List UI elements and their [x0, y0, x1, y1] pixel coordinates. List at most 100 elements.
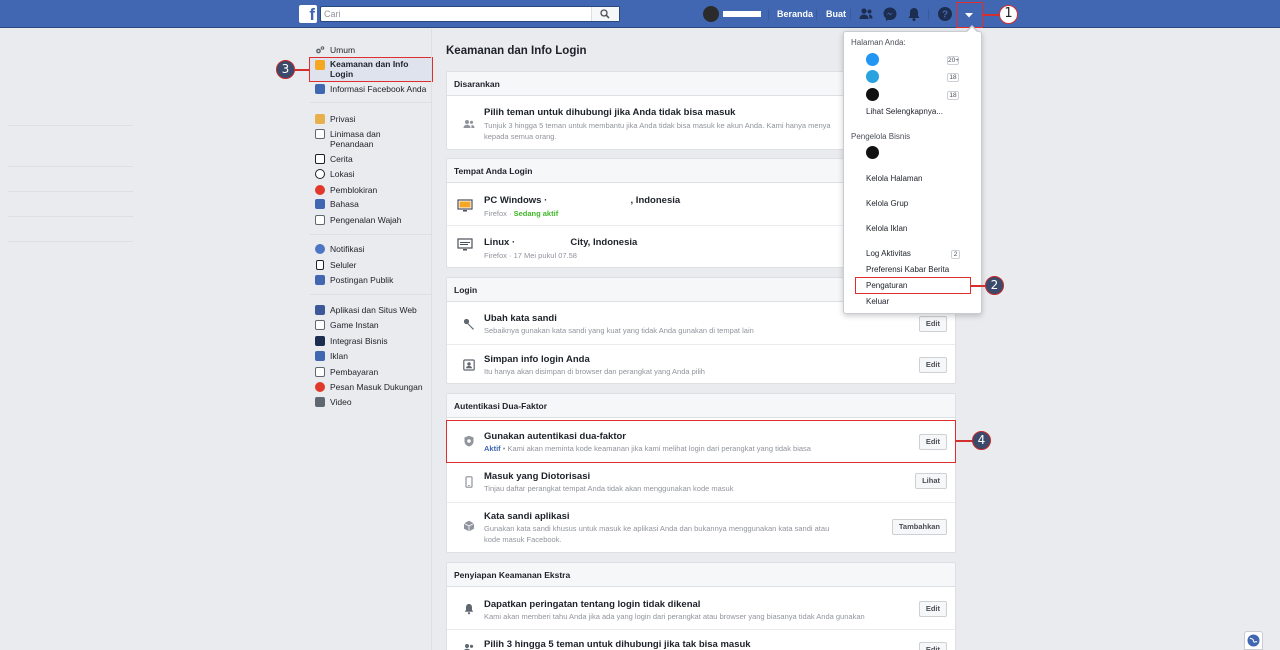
- sidebar-item-videos[interactable]: Video: [310, 395, 432, 409]
- sidebar-item-label: Seluler: [330, 260, 357, 270]
- desktop-computer-icon: [457, 238, 473, 251]
- sidebar-item-your-facebook-information[interactable]: Informasi Facebook Anda: [310, 82, 432, 96]
- page-avatar[interactable]: [866, 53, 879, 66]
- manage-groups-item[interactable]: Kelola Grup: [866, 199, 908, 208]
- session-details: Firefox · Sedang aktif: [484, 208, 874, 219]
- dropdown-divider: [8, 241, 133, 242]
- row-title: Simpan info login Anda: [484, 354, 590, 365]
- manage-ads-item[interactable]: Kelola Iklan: [866, 224, 907, 233]
- nav-divider: [928, 9, 929, 20]
- sidebar-item-face-recognition[interactable]: Pengenalan Wajah: [310, 213, 432, 227]
- session-location: , Indonesia: [630, 195, 681, 206]
- save-login-info-row[interactable]: Simpan info login Anda Itu hanya akan di…: [447, 345, 955, 385]
- create-link[interactable]: Buat: [826, 9, 846, 19]
- see-more-pages-link[interactable]: Lihat Selengkapnya...: [866, 107, 943, 116]
- sidebar-item-label: Informasi Facebook Anda: [330, 84, 427, 94]
- sidebar-item-support-inbox[interactable]: Pesan Masuk Dukungan: [310, 380, 432, 394]
- login-alerts-row[interactable]: Dapatkan peringatan tentang login tidak …: [447, 587, 955, 629]
- page-avatar[interactable]: [866, 70, 879, 83]
- session-details: Firefox · 17 Mei pukul 07.58: [484, 251, 577, 260]
- edit-button[interactable]: Edit: [918, 642, 947, 650]
- key-icon: [463, 318, 474, 330]
- sidebar-item-public-posts[interactable]: Postingan Publik: [310, 273, 432, 287]
- friends-icon: [463, 120, 475, 128]
- session-device-name: PC Windows ·: [484, 195, 548, 206]
- apps-icon: [315, 305, 325, 315]
- row-title: Masuk yang Diotorisasi: [484, 471, 591, 482]
- help-icon[interactable]: ?: [937, 6, 953, 22]
- search-button[interactable]: [591, 7, 619, 21]
- annotation-connector-2: [971, 285, 986, 287]
- page-avatar[interactable]: [866, 88, 879, 101]
- language-icon: [315, 199, 325, 209]
- sidebar-item-label: Postingan Publik: [330, 275, 394, 285]
- dropdown-divider: [8, 166, 133, 167]
- rss-icon: [315, 275, 325, 285]
- mobile-icon: [316, 260, 324, 270]
- nav-divider: [816, 9, 817, 20]
- edit-button[interactable]: Edit: [918, 601, 947, 617]
- desktop-computer-icon: [457, 199, 473, 212]
- sidebar-item-label: Lokasi: [330, 169, 355, 179]
- sidebar-item-apps-and-websites[interactable]: Aplikasi dan Situs Web: [310, 303, 432, 317]
- business-account-avatar[interactable]: [866, 146, 879, 159]
- search-input[interactable]: [321, 7, 591, 21]
- sidebar-item-instant-games[interactable]: Game Instan: [310, 318, 432, 332]
- trusted-contacts-extra-row[interactable]: Pilih 3 hingga 5 teman untuk dihubungi j…: [447, 630, 955, 650]
- row-subtitle: Gunakan kata sandi khusus untuk masuk ke…: [484, 524, 830, 533]
- edit-button[interactable]: Edit: [918, 316, 947, 332]
- app-passwords-row[interactable]: Kata sandi aplikasi Gunakan kata sandi k…: [447, 503, 955, 553]
- content-divider: [431, 29, 432, 650]
- home-link[interactable]: Beranda: [777, 9, 813, 19]
- sidebar-item-notifications[interactable]: Notifikasi: [310, 242, 432, 256]
- sidebar-item-stories[interactable]: Cerita: [310, 152, 432, 166]
- row-subtitle: Tunjuk 3 hingga 5 teman untuk membantu j…: [484, 121, 831, 130]
- facebook-icon: [315, 84, 325, 94]
- page-notification-count: 20+: [947, 56, 960, 65]
- annotation-connector-3: [294, 69, 310, 71]
- game-icon: [315, 320, 325, 330]
- sidebar-item-timeline-and-tagging[interactable]: Linimasa dan Penandaan: [310, 127, 432, 151]
- section-header: Autentikasi Dua-Faktor: [447, 394, 955, 418]
- language-globe-button[interactable]: [1244, 631, 1263, 650]
- annotation-badge-1: 1: [999, 5, 1018, 24]
- sidebar-item-payments[interactable]: Pembayaran: [310, 365, 432, 379]
- logout-item[interactable]: Keluar: [866, 297, 889, 306]
- authorized-logins-row[interactable]: Masuk yang Diotorisasi Tinjau daftar per…: [447, 464, 955, 502]
- sidebar-item-label: Pemblokiran: [330, 185, 378, 195]
- sidebar-item-business-integrations[interactable]: Integrasi Bisnis: [310, 334, 432, 348]
- manage-pages-item[interactable]: Kelola Halaman: [866, 174, 922, 183]
- sidebar-item-mobile[interactable]: Seluler: [310, 258, 432, 272]
- sidebar-item-location[interactable]: Lokasi: [310, 167, 432, 181]
- notifications-bell-icon[interactable]: [906, 6, 922, 22]
- block-icon: [315, 185, 325, 195]
- sidebar-item-general[interactable]: Umum: [310, 43, 432, 57]
- top-navigation-bar: f Beranda Buat ?: [0, 0, 1280, 28]
- profile-avatar[interactable]: [703, 6, 719, 22]
- activity-log-count: 2: [951, 250, 960, 259]
- add-app-password-button[interactable]: Tambahkan: [891, 519, 947, 535]
- activity-log-item[interactable]: Log Aktivitas: [866, 249, 911, 258]
- sidebar-item-language[interactable]: Bahasa: [310, 197, 432, 211]
- face-icon: [315, 215, 325, 225]
- edit-button[interactable]: Edit: [918, 357, 947, 373]
- sidebar-item-ads[interactable]: Iklan: [310, 349, 432, 363]
- sidebar-item-label: Pembayaran: [330, 367, 379, 377]
- view-button[interactable]: Lihat: [915, 473, 947, 489]
- location-icon: [315, 169, 325, 179]
- profile-name-redacted[interactable]: [723, 11, 761, 17]
- business-icon: [315, 336, 325, 346]
- dropdown-divider: [8, 216, 133, 217]
- friend-requests-icon[interactable]: [858, 6, 874, 22]
- messenger-icon[interactable]: [882, 6, 898, 22]
- row-title: Pilih teman untuk dihubungi jika Anda ti…: [484, 107, 736, 118]
- sidebar-item-privacy[interactable]: Privasi: [310, 112, 432, 126]
- sidebar-item-label: Notifikasi: [330, 244, 365, 254]
- session-location: City, Indonesia: [570, 237, 638, 248]
- facebook-logo-icon[interactable]: f: [299, 5, 317, 24]
- dropdown-divider: [8, 125, 133, 126]
- sidebar-item-blocking[interactable]: Pemblokiran: [310, 183, 432, 197]
- bell-icon: [464, 604, 474, 615]
- news-feed-preferences-item[interactable]: Preferensi Kabar Berita: [866, 265, 949, 274]
- annotation-connector-1: [983, 14, 1000, 16]
